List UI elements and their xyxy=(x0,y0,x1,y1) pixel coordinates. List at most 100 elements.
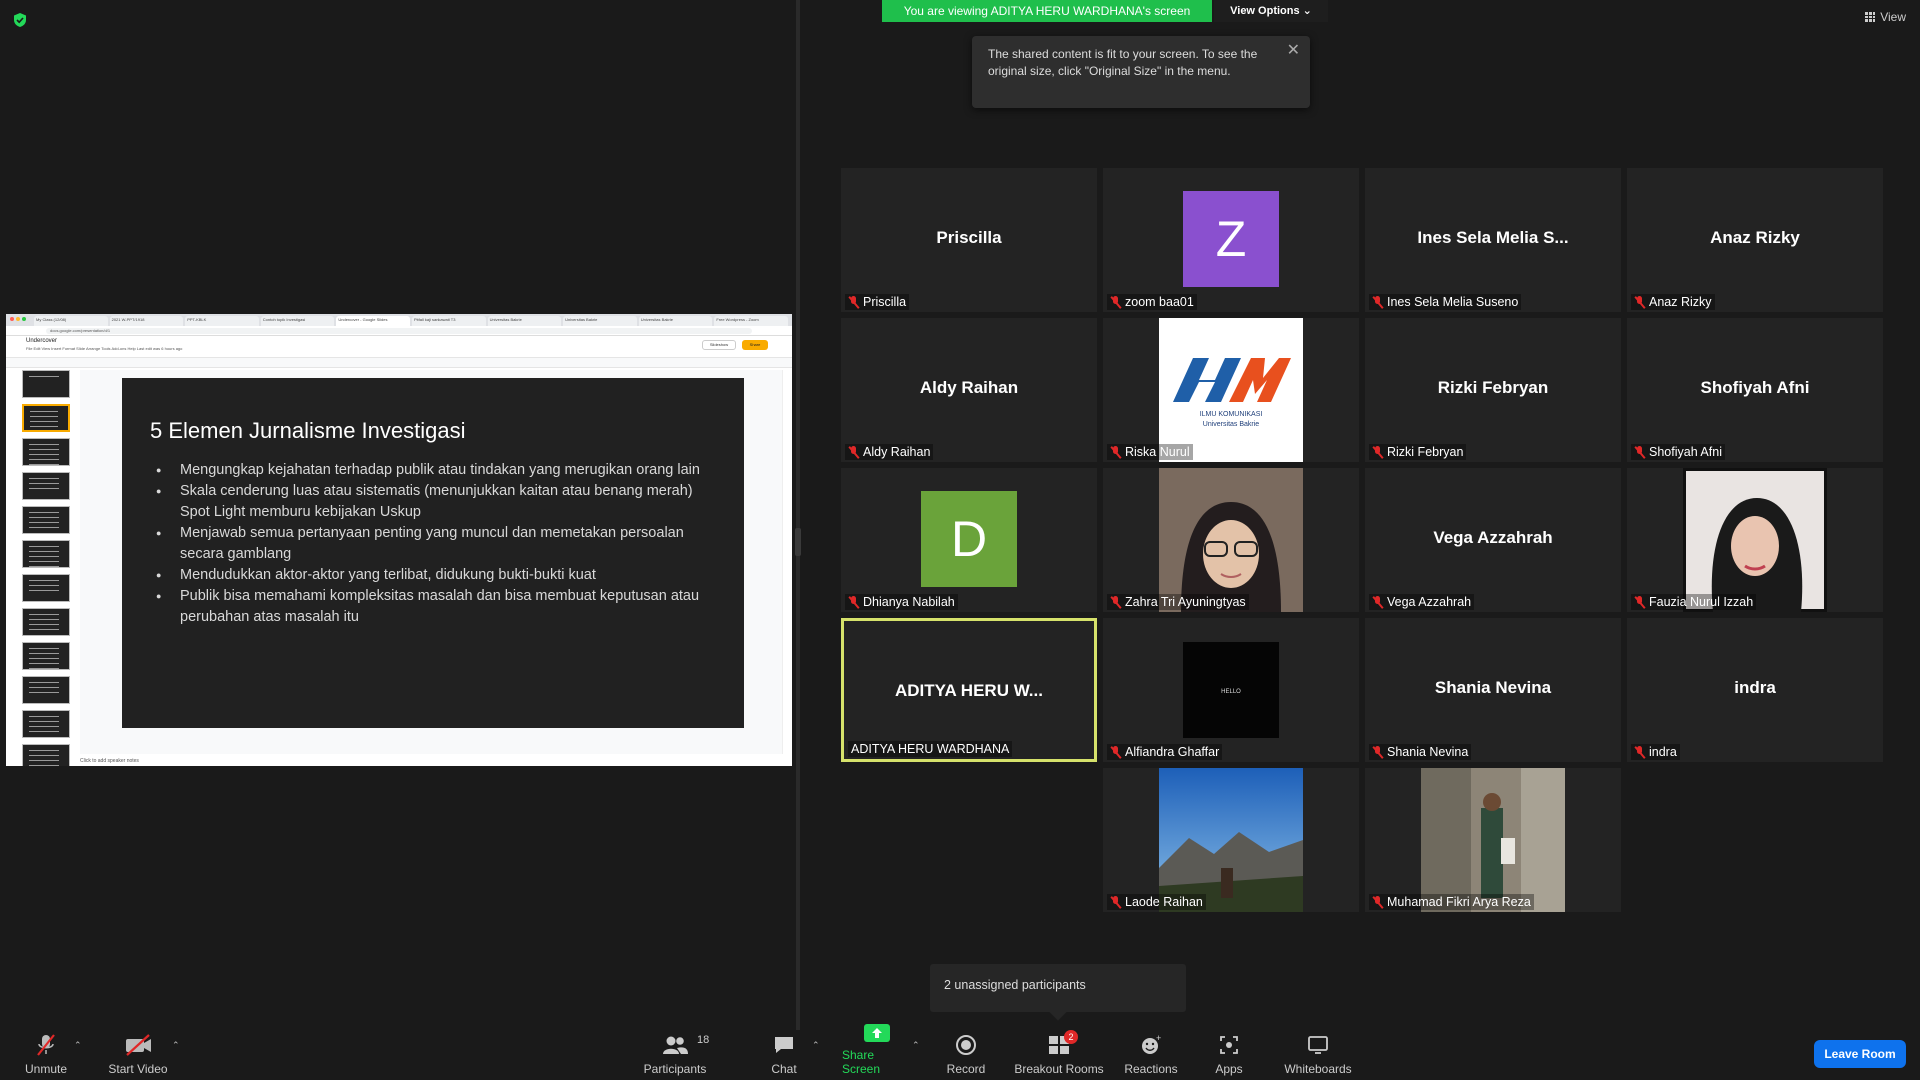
unassigned-participants-popup[interactable]: 2 unassigned participants xyxy=(930,964,1186,1021)
chat-button[interactable]: Chat xyxy=(766,1030,802,1080)
doc-share-button: Share xyxy=(742,340,768,350)
participant-tile[interactable]: Fauzia Nurul Izzah xyxy=(1627,468,1883,612)
whiteboards-label: Whiteboards xyxy=(1284,1062,1352,1076)
breakout-rooms-icon: 2 xyxy=(1048,1030,1078,1056)
leave-room-button[interactable]: Leave Room xyxy=(1814,1040,1906,1068)
share-screen-button[interactable]: Share Screen xyxy=(842,1024,912,1080)
apps-label: Apps xyxy=(1215,1062,1243,1076)
reactions-button[interactable]: + Reactions xyxy=(1124,1030,1178,1080)
participant-name-label: indra xyxy=(1631,744,1680,760)
slideshow-button: Slideshow xyxy=(702,340,736,350)
browser-tab: Universitas Bakrie xyxy=(563,316,637,326)
participant-tile[interactable]: Shofiyah Afni Shofiyah Afni xyxy=(1627,318,1883,462)
browser-tab: Free Wordpress - Zoom xyxy=(714,316,788,326)
record-button[interactable]: Record xyxy=(946,1030,986,1080)
participant-tile[interactable]: Priscilla Priscilla xyxy=(841,168,1097,312)
participant-name: Anaz Rizky xyxy=(1649,295,1712,309)
speaker-notes: Click to add speaker notes xyxy=(80,758,139,764)
mic-muted-icon xyxy=(1634,595,1645,609)
participant-tile[interactable]: Vega Azzahrah Vega Azzahrah xyxy=(1365,468,1621,612)
mic-muted-icon xyxy=(848,595,859,609)
mic-muted-icon xyxy=(1110,745,1121,759)
active-speaker-tile[interactable]: ADITYA HERU W... ADITYA HERU WARDHANA xyxy=(841,618,1097,762)
participant-tile[interactable]: Ines Sela Melia S... Ines Sela Melia Suse… xyxy=(1365,168,1621,312)
participant-tile[interactable]: D Dhianya Nabilah xyxy=(841,468,1097,612)
close-icon[interactable]: ✕ xyxy=(1287,42,1300,59)
avatar: Z xyxy=(1183,191,1279,287)
audio-options-caret[interactable]: ⌃ xyxy=(74,1040,82,1051)
unmute-label: Unmute xyxy=(24,1062,68,1076)
view-button[interactable]: View xyxy=(1865,10,1906,24)
browser-tab: Universitas Bakrie xyxy=(638,316,713,326)
participant-tile[interactable]: Anaz Rizky Anaz Rizky xyxy=(1627,168,1883,312)
participant-tile[interactable]: Rizki Febryan Rizki Febryan xyxy=(1365,318,1621,462)
view-options-button[interactable]: View Options ⌄ xyxy=(1214,0,1328,22)
participant-tile[interactable]: Muhamad Fikri Arya Reza xyxy=(1365,768,1621,912)
participant-name: Shania Nevina xyxy=(1387,745,1469,759)
participant-name: Ines Sela Melia Suseno xyxy=(1387,295,1519,309)
whiteboard-icon xyxy=(1307,1034,1329,1056)
participant-tile[interactable]: Zzoom baa01 xyxy=(1103,168,1359,312)
participant-name-label: Shofiyah Afni xyxy=(1631,444,1725,460)
start-video-label: Start Video xyxy=(108,1062,168,1076)
participants-button[interactable]: 18 Participants xyxy=(640,1030,710,1080)
svg-text:+: + xyxy=(1156,1034,1161,1043)
grid-view-icon xyxy=(1865,12,1876,22)
participant-tile[interactable]: ILMU KOMUNIKASI Universitas Bakrie Riska… xyxy=(1103,318,1359,462)
participant-name: Dhianya Nabilah xyxy=(863,595,955,609)
video-options-caret[interactable]: ⌃ xyxy=(172,1040,180,1051)
participant-name-label: Dhianya Nabilah xyxy=(845,594,958,610)
participant-tile[interactable]: HELLO Alfiandra Ghaffar xyxy=(1103,618,1359,762)
participant-name-label: Priscilla xyxy=(845,294,910,310)
browser-tab: 2021 W-PPT/1918 xyxy=(109,316,184,326)
apps-button[interactable]: Apps xyxy=(1212,1030,1246,1080)
mic-muted-icon xyxy=(1634,745,1645,759)
slide-thumbnail xyxy=(22,642,70,670)
participants-icon: 18 xyxy=(661,1034,709,1056)
browser-tab: Undercover - Google Slides xyxy=(336,316,410,326)
participant-tile[interactable]: Laode Raihan xyxy=(1103,768,1359,912)
participant-name-label: Anaz Rizky xyxy=(1631,294,1715,310)
participants-count: 18 xyxy=(697,1034,710,1046)
participant-name-label: Alfiandra Ghaffar xyxy=(1107,744,1223,760)
chat-options-caret[interactable]: ⌃ xyxy=(812,1040,820,1051)
share-screen-icon xyxy=(864,1024,890,1042)
participant-tile[interactable]: Zahra Tri Ayuningtyas xyxy=(1103,468,1359,612)
participant-name-label: Ines Sela Melia Suseno xyxy=(1369,294,1522,310)
slide-thumbnail xyxy=(22,710,70,738)
participant-tile[interactable]: indra indra xyxy=(1627,618,1883,762)
participant-name: Alfiandra Ghaffar xyxy=(1125,745,1220,759)
participant-tile[interactable]: Aldy Raihan Aldy Raihan xyxy=(841,318,1097,462)
doc-title: Undercover xyxy=(26,338,58,344)
divider-handle[interactable] xyxy=(795,528,801,556)
hello-text: HELLO xyxy=(1221,689,1241,695)
whiteboards-button[interactable]: Whiteboards xyxy=(1282,1030,1354,1080)
participant-photo: HELLO xyxy=(1183,642,1279,738)
participant-name: Fauzia Nurul Izzah xyxy=(1649,595,1754,609)
participant-display-name: Anaz Rizky xyxy=(1710,228,1800,247)
fit-to-screen-tooltip: The shared content is fit to your screen… xyxy=(972,36,1310,108)
slide-title: 5 Elemen Jurnalisme Investigasi xyxy=(150,418,466,443)
share-options-caret[interactable]: ⌃ xyxy=(912,1040,920,1051)
slide-bullet: Skala cenderung luas atau sistematis (me… xyxy=(150,481,716,523)
participant-display-name: Shania Nevina xyxy=(1434,678,1552,697)
unmute-button[interactable]: Unmute xyxy=(20,1030,72,1080)
security-shield-icon[interactable] xyxy=(12,12,28,28)
mic-muted-icon xyxy=(848,295,859,309)
participant-photo xyxy=(1421,768,1565,912)
split-divider[interactable] xyxy=(796,0,800,1030)
breakout-rooms-button[interactable]: 2 Breakout Rooms xyxy=(1014,1030,1104,1080)
address-bar: docs.google.com/presentation/d/1 xyxy=(6,326,792,336)
mic-muted-icon xyxy=(1110,595,1121,609)
slide-thumbnail xyxy=(22,370,70,398)
logo-subtext: Universitas Bakrie xyxy=(1203,421,1260,428)
tooltip-text: The shared content is fit to your screen… xyxy=(988,47,1258,78)
slide-bullet: Mengungkap kejahatan terhadap publik ata… xyxy=(150,460,716,481)
participant-name: Laode Raihan xyxy=(1125,895,1203,909)
start-video-button[interactable]: Start Video xyxy=(104,1030,172,1080)
current-slide: 5 Elemen Jurnalisme Investigasi Mengungk… xyxy=(122,378,744,728)
participant-tile[interactable]: Shania Nevina Shania Nevina xyxy=(1365,618,1621,762)
participant-name-label: zoom baa01 xyxy=(1107,294,1197,310)
slide-thumbnail xyxy=(22,744,70,766)
record-label: Record xyxy=(946,1062,986,1076)
